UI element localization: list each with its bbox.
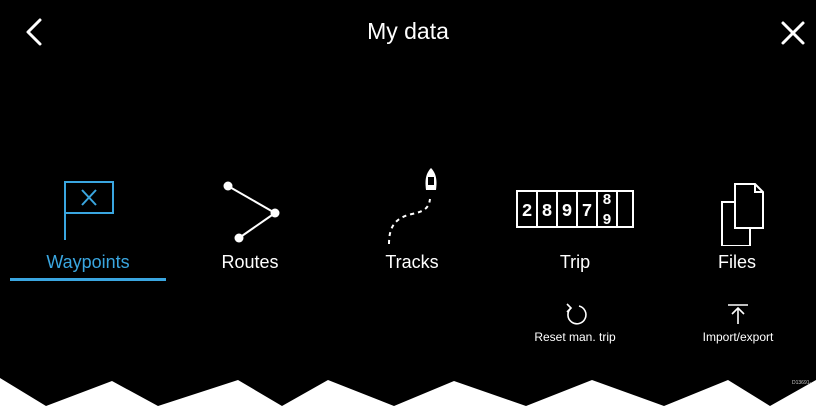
track-boat-icon xyxy=(388,168,437,245)
route-icon xyxy=(223,181,280,243)
tab-files[interactable]: Files xyxy=(659,160,815,284)
waypoint-flag-icon xyxy=(64,181,114,240)
counter-roll-digit: 9 xyxy=(602,212,611,229)
counter-digit: 2 xyxy=(522,202,533,222)
tab-label: Waypoints xyxy=(46,252,130,272)
counter-digit: 9 xyxy=(562,202,573,222)
counter-digit: 8 xyxy=(542,202,553,222)
tab-trip[interactable]: 2 8 9 7 8 9 Trip xyxy=(497,160,653,284)
import-export-icon xyxy=(728,304,748,324)
tab-tracks[interactable]: Tracks xyxy=(334,160,490,284)
tab-label: Files xyxy=(717,252,756,272)
active-tab-indicator xyxy=(10,278,166,281)
files-icon xyxy=(721,183,764,246)
tab-routes[interactable]: Routes xyxy=(172,160,328,284)
close-button[interactable] xyxy=(772,12,812,52)
trip-counter-icon: 2 8 9 7 8 9 xyxy=(516,190,634,229)
action-label: Reset man. trip xyxy=(534,330,616,344)
tab-waypoints[interactable]: Waypoints xyxy=(10,160,166,284)
tab-label: Tracks xyxy=(385,252,439,272)
action-label: Import/export xyxy=(702,330,774,344)
counter-roll-digit: 8 xyxy=(602,192,611,209)
my-data-screen: My data Waypoints Routes Tracks 2 8 9 7 … xyxy=(0,0,816,406)
reset-icon xyxy=(566,303,587,325)
close-icon xyxy=(781,21,805,45)
figure-code: D13691- xyxy=(792,380,812,386)
top-bar: My data xyxy=(0,0,816,64)
page-title: My data xyxy=(367,18,449,44)
counter-digit: 7 xyxy=(582,202,593,222)
import-export-button[interactable]: Import/export xyxy=(668,300,808,348)
reset-man-trip-button[interactable]: Reset man. trip xyxy=(505,300,645,348)
tab-label: Trip xyxy=(559,252,591,272)
tab-label: Routes xyxy=(221,252,279,272)
